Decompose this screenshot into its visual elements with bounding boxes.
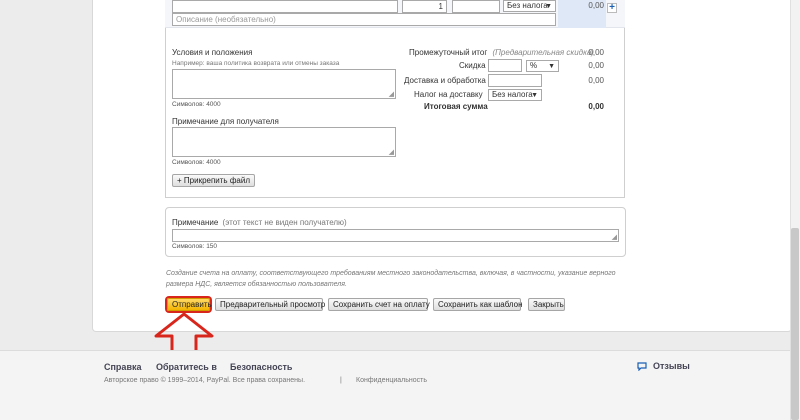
item-name-input[interactable] bbox=[172, 0, 398, 13]
footer-privacy-link[interactable]: Конфиденциальность bbox=[356, 377, 427, 384]
add-item-button[interactable]: + bbox=[607, 3, 617, 13]
chat-bubble-icon bbox=[637, 362, 647, 371]
shipping-input[interactable] bbox=[488, 74, 542, 87]
discount-type-select[interactable]: % ▼ bbox=[526, 60, 559, 72]
total-value: 0,00 bbox=[588, 102, 604, 111]
resize-grip-icon[interactable]: ◢ bbox=[612, 234, 617, 241]
shipping-tax-select[interactable]: Без налога ▼ bbox=[488, 89, 542, 101]
item-amount: 0,00 bbox=[588, 1, 604, 10]
note-recipient-counter: Символов: 4000 bbox=[172, 159, 221, 166]
discount-input[interactable] bbox=[488, 59, 522, 72]
send-button[interactable]: Отправить bbox=[167, 298, 212, 311]
shipping-value: 0,00 bbox=[588, 76, 604, 85]
footer-separator: | bbox=[340, 377, 342, 384]
chevron-down-icon: ▼ bbox=[531, 92, 538, 99]
save-template-button[interactable]: Сохранить как шаблон bbox=[433, 298, 523, 311]
quantity-input[interactable]: 1 bbox=[402, 0, 447, 13]
chevron-down-icon: ▼ bbox=[545, 3, 552, 10]
tax-select-value: Без налога bbox=[507, 1, 548, 10]
terms-counter: Символов: 4000 bbox=[172, 101, 221, 108]
shipping-tax-value: Без налога bbox=[492, 90, 533, 99]
private-note-label-text: Примечание bbox=[172, 218, 219, 227]
feedback-label: Отзывы bbox=[653, 361, 690, 371]
terms-textarea[interactable]: ◢ bbox=[172, 69, 396, 99]
close-button[interactable]: Закрыть bbox=[528, 298, 565, 311]
footer-help-link[interactable]: Справка bbox=[104, 362, 141, 372]
terms-hint: Например: ваша политика возврата или отм… bbox=[172, 60, 340, 67]
discount-type-value: % bbox=[530, 61, 538, 70]
subtotal-label: Промежуточный итог (Предварительная скид… bbox=[409, 48, 594, 57]
chevron-down-icon: ▼ bbox=[548, 63, 555, 70]
discount-label: Скидка bbox=[459, 61, 486, 70]
footer-copyright: Авторское право © 1999–2014, PayPal. Все… bbox=[104, 377, 306, 384]
subtotal-value: 0,00 bbox=[588, 48, 604, 57]
invoice-items-box bbox=[165, 0, 625, 198]
private-note-textarea[interactable]: ◢ bbox=[172, 229, 619, 242]
scrollbar-thumb[interactable] bbox=[791, 228, 799, 420]
subtotal-label-text: Промежуточный итог bbox=[409, 48, 488, 57]
preview-button[interactable]: Предварительный просмотр bbox=[215, 298, 325, 311]
note-recipient-textarea[interactable]: ◢ bbox=[172, 127, 396, 157]
total-label: Итоговая сумма bbox=[424, 102, 488, 111]
private-note-label: Примечание (этот текст не виден получате… bbox=[172, 218, 347, 227]
resize-grip-icon[interactable]: ◢ bbox=[389, 91, 394, 98]
disclaimer-text: Создание счета на оплату, соответствующе… bbox=[166, 270, 616, 288]
footer-security-link[interactable]: Безопасность bbox=[230, 362, 292, 372]
shipping-label: Доставка и обработка bbox=[404, 76, 486, 85]
discount-value: 0,00 bbox=[588, 61, 604, 70]
plus-icon: + bbox=[609, 2, 615, 13]
tax-select[interactable]: Без налога ▼ bbox=[503, 0, 556, 12]
attach-file-button[interactable]: + Прикрепить файл bbox=[172, 174, 255, 187]
private-note-counter: Символов: 150 bbox=[172, 243, 218, 250]
feedback-link[interactable]: Отзывы bbox=[637, 361, 697, 373]
shipping-tax-label: Налог на доставку bbox=[414, 90, 483, 99]
item-description-input[interactable]: Описание (необязательно) bbox=[172, 13, 556, 26]
note-recipient-label: Примечание для получателя bbox=[172, 117, 279, 126]
private-note-hint: (этот текст не виден получателю) bbox=[222, 218, 347, 227]
resize-grip-icon[interactable]: ◢ bbox=[389, 149, 394, 156]
terms-label: Условия и положения bbox=[172, 48, 253, 57]
footer-contact-link[interactable]: Обратитесь в bbox=[156, 362, 217, 372]
save-invoice-button[interactable]: Сохранить счет на оплату bbox=[328, 298, 430, 311]
price-input[interactable] bbox=[452, 0, 500, 13]
